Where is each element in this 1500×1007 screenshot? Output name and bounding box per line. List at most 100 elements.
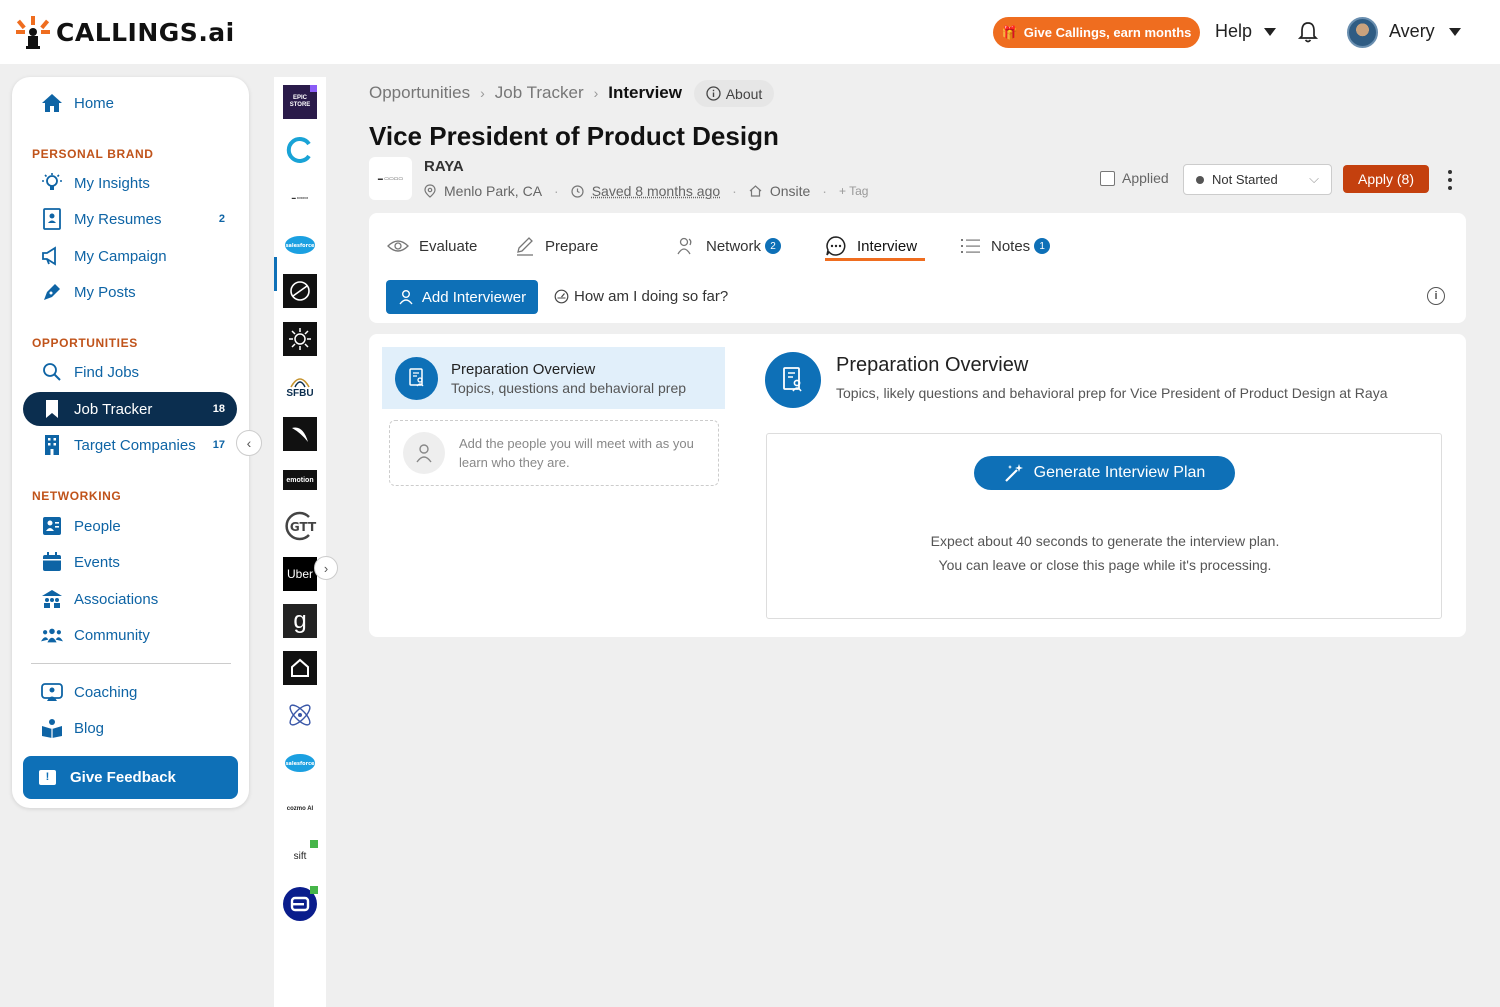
bookmark-icon — [41, 398, 63, 420]
brand-name: CALLINGS.ai — [56, 17, 235, 47]
chevron-down-icon: ⌵ — [1309, 171, 1319, 186]
sidebar-item-events[interactable]: Events — [23, 545, 237, 579]
apply-button[interactable]: Apply (8) — [1343, 165, 1429, 193]
section-opportunities: OPPORTUNITIES — [32, 336, 138, 350]
rail-selection-indicator — [274, 257, 277, 291]
callings-logo-icon — [16, 16, 50, 49]
building-icon — [41, 434, 63, 456]
tab-network[interactable]: Network 2 — [676, 226, 782, 266]
company-logo-uber[interactable]: Uber — [283, 557, 317, 591]
tab-prepare[interactable]: Prepare — [515, 226, 598, 266]
how-am-i-doing-button[interactable]: How am I doing so far? — [554, 288, 728, 305]
magic-wand-icon — [1004, 464, 1023, 482]
about-button[interactable]: About — [694, 80, 774, 107]
gift-icon: 🎁 — [1001, 24, 1018, 40]
sidebar-item-coaching[interactable]: Coaching — [23, 675, 237, 709]
company-logo-raya[interactable]: ▬ ▭▭▭ — [283, 180, 317, 214]
applied-checkbox[interactable]: Applied — [1100, 170, 1169, 186]
company-logo-salesforce-2[interactable]: salesforce — [283, 745, 317, 779]
add-people-placeholder[interactable]: Add the people you will meet with as you… — [389, 420, 719, 486]
checkbox[interactable] — [1100, 170, 1115, 186]
tab-evaluate[interactable]: Evaluate — [387, 226, 477, 266]
company-logo-c[interactable] — [283, 133, 317, 167]
network-badge: 2 — [765, 238, 782, 254]
svg-text:salesforce: salesforce — [286, 243, 315, 249]
chevron-right-icon: › — [480, 85, 485, 101]
chevron-right-icon: › — [323, 560, 329, 576]
callings-logo[interactable]: CALLINGS.ai — [16, 14, 235, 50]
generate-interview-plan-button[interactable]: Generate Interview Plan — [974, 456, 1235, 490]
sidebar-item-campaign[interactable]: My Campaign — [23, 239, 237, 273]
user-menu[interactable]: Avery — [1389, 21, 1461, 42]
breadcrumb-opportunities[interactable]: Opportunities — [369, 83, 470, 103]
resume-icon — [41, 208, 63, 230]
search-icon — [41, 361, 63, 383]
sidebar-item-find-jobs[interactable]: Find Jobs — [23, 355, 237, 389]
feedback-icon: ! — [39, 770, 56, 785]
give-callings-button[interactable]: 🎁 Give Callings, earn months — [993, 17, 1200, 48]
company-name[interactable]: RAYA — [424, 158, 464, 175]
home-icon — [749, 185, 762, 197]
add-tag-button[interactable]: + Tag — [839, 184, 869, 198]
generate-plan-panel: Generate Interview Plan Expect about 40 … — [766, 433, 1442, 619]
company-logo-emotion[interactable]: emotion — [283, 470, 317, 490]
give-feedback-button[interactable]: ! Give Feedback — [23, 756, 238, 799]
job-meta: Menlo Park, CA · Saved 8 months ago · On… — [424, 183, 868, 199]
tab-notes[interactable]: Notes 1 — [961, 226, 1051, 266]
collapse-sidebar-button[interactable]: ‹ — [236, 430, 262, 456]
sidebar-item-home[interactable]: Home — [23, 86, 237, 120]
sidebar-item-insights[interactable]: My Insights — [23, 166, 237, 200]
company-logo-sun[interactable] — [283, 322, 317, 356]
company-logo-sfbu[interactable]: SFBU — [283, 369, 317, 403]
breadcrumb-job-tracker[interactable]: Job Tracker — [495, 83, 584, 103]
people-icon — [677, 237, 692, 255]
pencil-icon — [517, 237, 533, 256]
sidebar-item-associations[interactable]: Associations — [23, 582, 237, 616]
institution-icon — [41, 588, 63, 610]
preparation-overview-item[interactable]: Preparation Overview Topics, questions a… — [382, 347, 725, 409]
sidebar-item-job-tracker[interactable]: Job Tracker 18 — [23, 392, 237, 426]
person-add-icon — [399, 290, 413, 305]
company-logo-atom[interactable] — [283, 698, 317, 732]
company-logo-house[interactable] — [283, 651, 317, 685]
clock-icon — [571, 184, 584, 198]
company-logo-cozmo[interactable]: cozmo AI — [283, 792, 317, 826]
status-marker — [310, 886, 318, 894]
plus-icon: + — [838, 184, 846, 198]
unread-marker — [310, 85, 317, 92]
bell-icon[interactable] — [1297, 20, 1319, 44]
breadcrumb: Opportunities › Job Tracker › Interview — [369, 83, 682, 103]
info-icon[interactable]: i — [1427, 287, 1445, 305]
chevron-right-icon: › — [593, 85, 599, 101]
notes-badge: 1 — [1034, 238, 1051, 254]
sidebar-item-blog[interactable]: Blog — [23, 711, 237, 745]
more-options-icon[interactable] — [1446, 170, 1454, 190]
company-logo-globe[interactable] — [283, 274, 317, 308]
company-logo-sail[interactable] — [283, 417, 317, 451]
contact-card-icon — [41, 515, 63, 537]
calendar-icon — [41, 551, 63, 573]
company-logo-gtt[interactable]: GTT — [283, 509, 317, 543]
status-select[interactable]: Not Started ⌵ — [1183, 164, 1332, 195]
add-interviewer-button[interactable]: Add Interviewer — [386, 280, 538, 314]
help-menu[interactable]: Help — [1215, 21, 1277, 42]
prep-item-title: Preparation Overview — [451, 360, 596, 378]
tabs-card: Evaluate Prepare Network 2 Interview Not… — [369, 213, 1466, 323]
target-companies-count: 17 — [212, 439, 225, 451]
megaphone-icon — [41, 245, 63, 267]
sidebar-item-posts[interactable]: My Posts — [23, 275, 237, 309]
company-logo-g[interactable]: g — [283, 604, 317, 638]
prep-item-subtitle: Topics, questions and behavioral prep — [451, 379, 687, 396]
breadcrumb-current: Interview — [608, 83, 682, 102]
page-title: Vice President of Product Design — [369, 121, 779, 151]
sidebar-item-community[interactable]: Community — [23, 618, 237, 652]
company-logo-salesforce[interactable]: salesforce — [283, 227, 317, 261]
sidebar-item-people[interactable]: People — [23, 509, 237, 543]
caret-down-icon — [1264, 27, 1277, 36]
sidebar-item-target-companies[interactable]: Target Companies 17 — [23, 428, 237, 462]
avatar[interactable] — [1347, 17, 1378, 48]
expand-rail-button[interactable]: › — [314, 556, 338, 580]
active-tab-indicator — [825, 258, 925, 261]
sidebar-item-resumes[interactable]: My Resumes 2 — [23, 202, 237, 236]
blog-icon — [41, 717, 63, 739]
